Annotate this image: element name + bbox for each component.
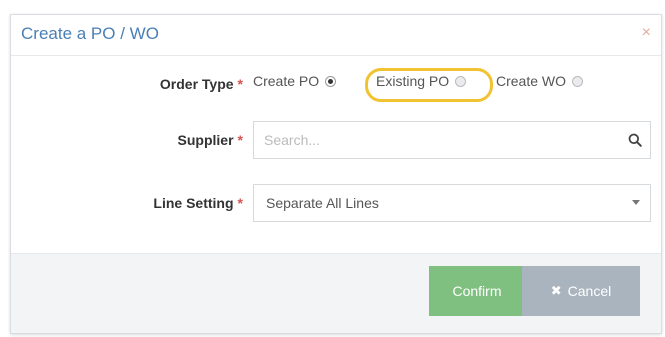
radio-create-wo-button[interactable] — [572, 75, 584, 87]
cancel-button[interactable]: ✖ Cancel — [522, 266, 640, 316]
close-icon[interactable]: × — [642, 25, 651, 41]
cancel-button-label: Cancel — [567, 283, 612, 299]
line-setting-label: Line Setting * — [153, 195, 243, 211]
line-setting-select[interactable]: Separate All Lines — [253, 184, 651, 222]
supplier-label-text: Supplier — [177, 132, 234, 148]
radio-existing-po-label: Existing PO — [376, 73, 450, 89]
radio-create-po-button[interactable] — [325, 75, 337, 87]
supplier-label: Supplier * — [178, 132, 243, 148]
radio-create-po[interactable]: Create PO — [253, 73, 337, 89]
search-icon[interactable] — [620, 122, 650, 158]
confirm-button-label: Confirm — [452, 283, 502, 299]
required-marker: * — [237, 76, 243, 92]
radio-create-wo[interactable]: Create WO — [496, 73, 584, 89]
order-type-label: Order Type * — [160, 76, 243, 92]
dialog-title: Create a PO / WO — [21, 24, 159, 43]
order-type-label-text: Order Type — [159, 76, 234, 92]
required-marker: * — [237, 132, 243, 148]
radio-create-po-label: Create PO — [253, 73, 320, 89]
dialog-footer: Confirm ✖ Cancel — [11, 253, 661, 333]
chevron-down-icon — [632, 200, 640, 205]
supplier-search-input[interactable] — [254, 122, 634, 158]
radio-existing-po-button[interactable] — [455, 75, 467, 87]
required-marker: * — [237, 195, 243, 211]
supplier-search-field — [253, 121, 651, 159]
close-icon: ✖ — [550, 283, 562, 298]
line-setting-label-text: Line Setting — [153, 195, 234, 211]
confirm-button[interactable]: Confirm — [429, 266, 525, 316]
radio-existing-po[interactable]: Existing PO — [376, 73, 467, 89]
radio-create-wo-label: Create WO — [496, 73, 567, 89]
dialog-header: Create a PO / WO × — [11, 15, 661, 56]
create-po-wo-dialog: Create a PO / WO × Order Type * Create PO… — [10, 14, 662, 334]
line-setting-selected-value: Separate All Lines — [266, 195, 379, 211]
